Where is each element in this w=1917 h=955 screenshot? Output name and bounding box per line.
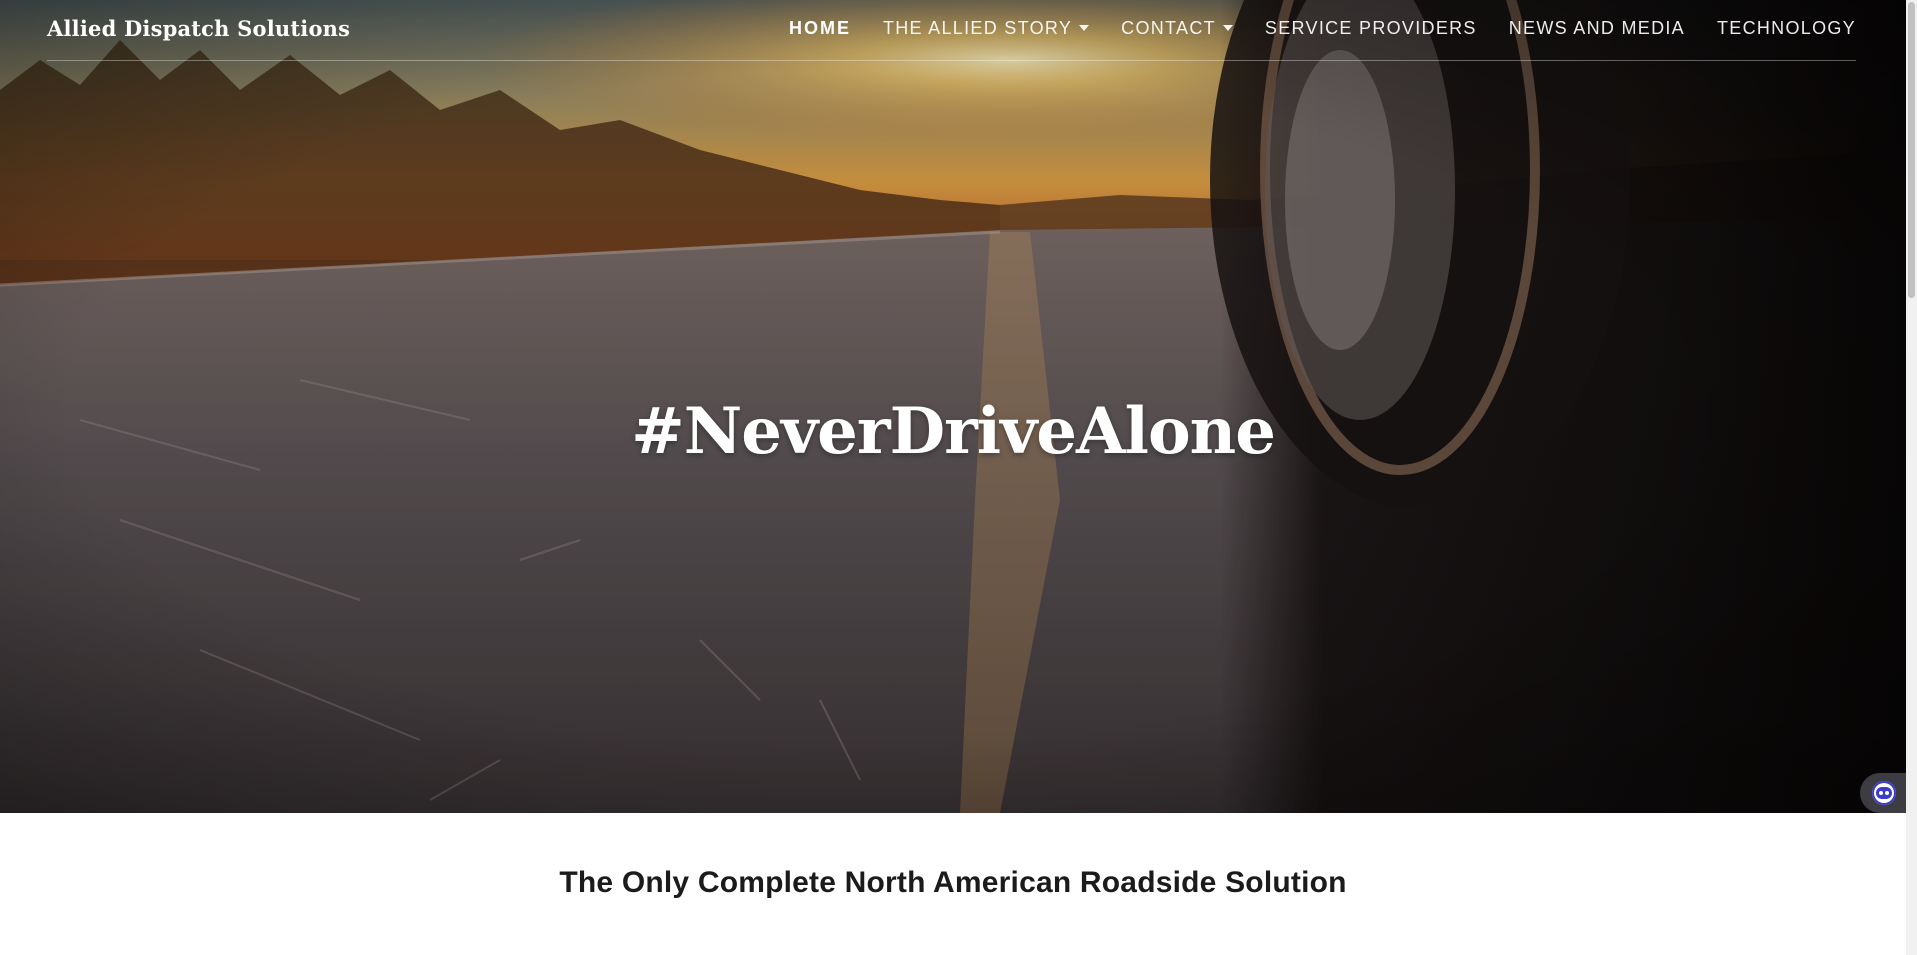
nav-label-contact: CONTACT — [1121, 18, 1216, 38]
chat-widget-button[interactable] — [1860, 773, 1908, 813]
nav-label-home: HOME — [788, 18, 851, 38]
nav-label-service-providers: SERVICE PROVIDERS — [1264, 18, 1477, 38]
nav-item-technology[interactable]: TECHNOLOGY — [1717, 18, 1856, 39]
hero-title: #NeverDriveAlone — [631, 394, 1276, 469]
main-nav: HOME THE ALLIED STORY CONTACT SERVICE PR… — [757, 18, 1856, 39]
nav-item-home[interactable]: HOME — [789, 18, 851, 39]
page-scrollbar[interactable] — [1906, 0, 1917, 955]
hero-section: Allied Dispatch Solutions HOME THE ALLIE… — [0, 0, 1906, 813]
nav-item-the-allied-story[interactable]: THE ALLIED STORY — [882, 18, 1090, 39]
nav-item-news-and-media[interactable]: NEWS AND MEDIA — [1509, 18, 1685, 39]
nav-label-technology: TECHNOLOGY — [1716, 18, 1856, 38]
nav-item-contact[interactable]: CONTACT — [1121, 18, 1233, 39]
chat-bot-icon — [1872, 781, 1896, 805]
site-header: Allied Dispatch Solutions HOME THE ALLIE… — [47, 0, 1856, 61]
section-tagline: The Only Complete North American Roadsid… — [559, 866, 1347, 899]
nav-label-the-allied-story: THE ALLIED STORY — [882, 18, 1073, 38]
nav-item-service-providers[interactable]: SERVICE PROVIDERS — [1265, 18, 1477, 39]
scrollbar-thumb[interactable] — [1908, 2, 1915, 298]
nav-label-news-and-media: NEWS AND MEDIA — [1508, 18, 1685, 38]
site-logo[interactable]: Allied Dispatch Solutions — [47, 16, 350, 41]
caret-down-icon — [1079, 24, 1090, 31]
caret-down-icon — [1222, 24, 1233, 31]
